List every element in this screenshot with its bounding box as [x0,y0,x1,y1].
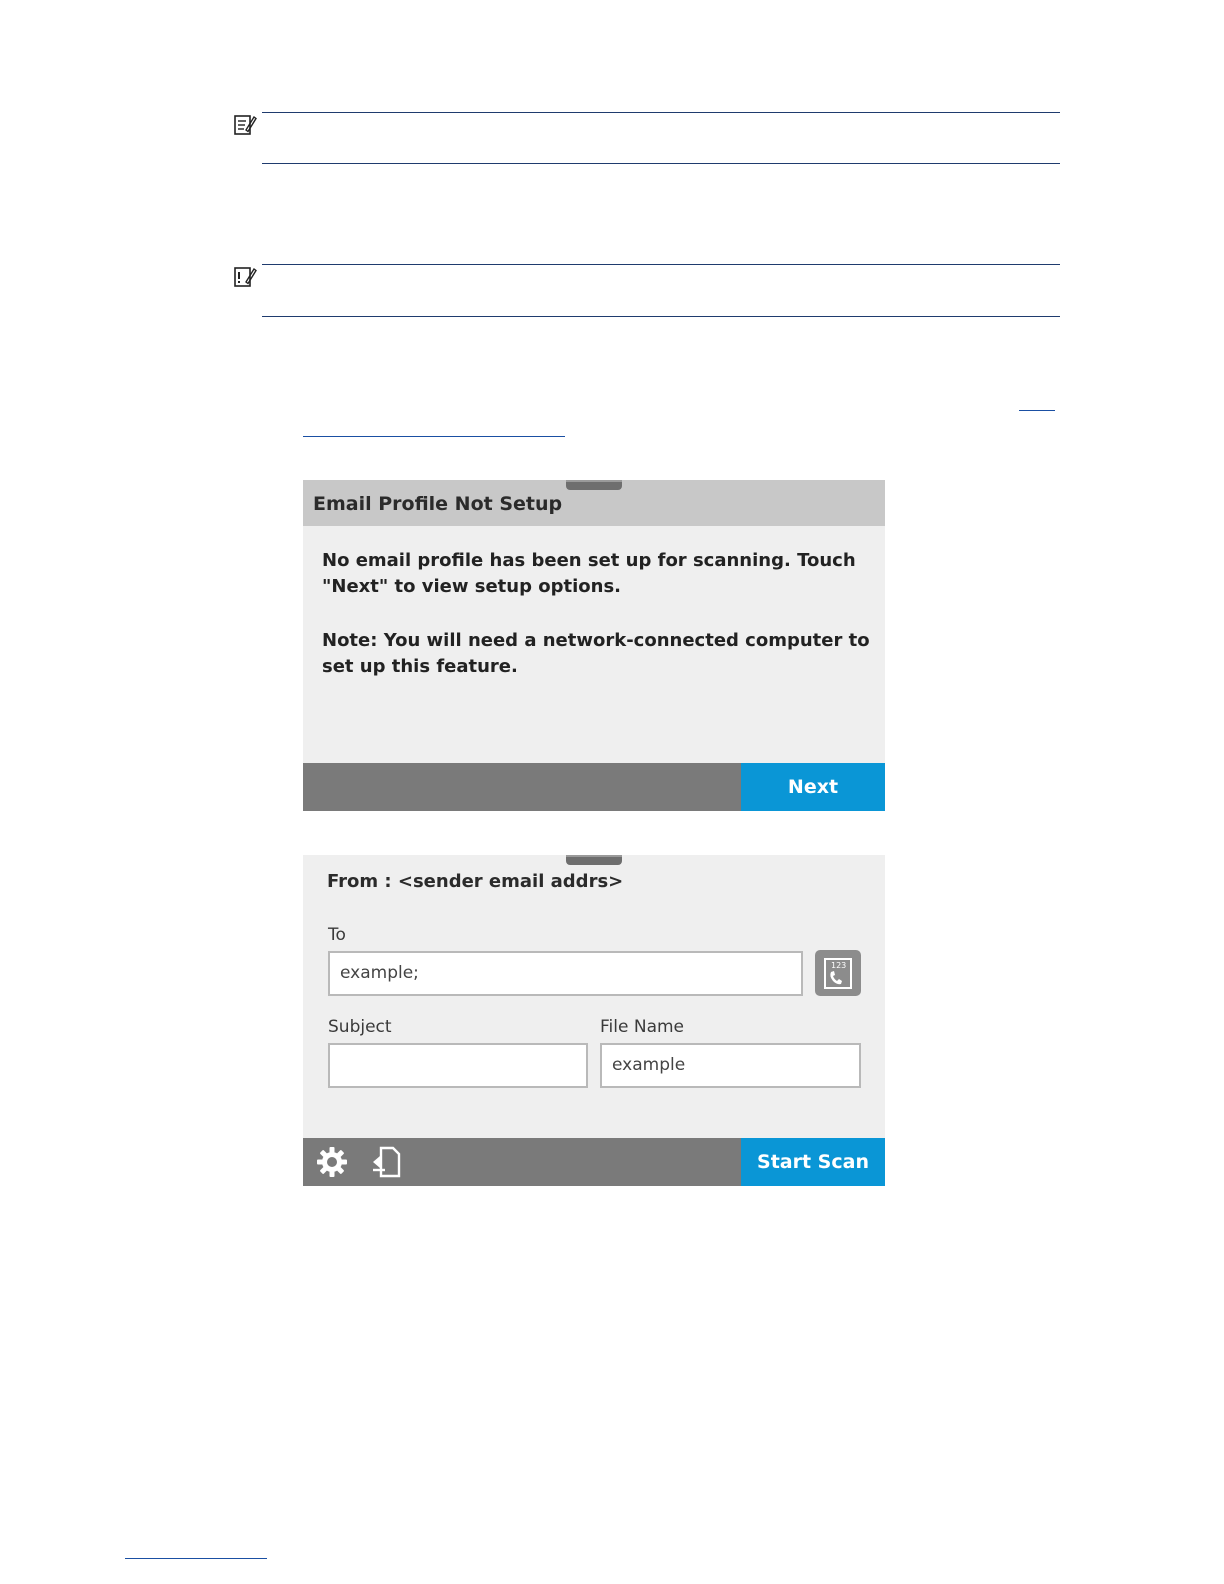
scan-to-email-screen: From : <sender email addrs> To example; … [303,855,885,1186]
address-book-icon: 123 [824,958,852,989]
link-underline[interactable] [1019,410,1055,411]
subject-field[interactable] [328,1043,588,1088]
scan-footer: Start Scan [303,1138,885,1186]
dialog-title: Email Profile Not Setup [313,493,563,515]
preview-button[interactable] [369,1144,405,1180]
drag-handle[interactable] [566,855,622,865]
svg-text:123: 123 [831,961,846,970]
subject-label: Subject [328,1017,392,1037]
settings-button[interactable] [314,1144,350,1180]
from-label: From : <sender email addrs> [327,871,624,892]
start-scan-button[interactable]: Start Scan [741,1138,885,1186]
to-label: To [328,925,346,945]
footer-link-underline[interactable] [125,1558,267,1559]
note-icon [234,115,257,135]
next-button[interactable]: Next [741,763,885,811]
email-profile-dialog: Email Profile Not Setup No email profile… [303,480,885,811]
note-top-rule [262,112,1060,113]
drag-handle[interactable] [566,480,622,490]
gear-icon [317,1147,347,1177]
document-preview-icon [373,1146,401,1178]
important-bottom-rule [262,316,1060,317]
note-bottom-rule [262,163,1060,164]
important-top-rule [262,264,1060,265]
to-field[interactable]: example; [328,951,803,996]
filename-field[interactable]: example [600,1043,861,1088]
dialog-footer: Next [303,763,885,811]
dialog-message: No email profile has been set up for sca… [322,550,856,597]
important-note-icon [234,267,257,287]
address-book-button[interactable]: 123 [815,950,861,996]
link-underline[interactable] [303,436,565,437]
filename-label: File Name [600,1017,685,1037]
dialog-note: Note: You will need a network-connected … [322,630,870,677]
